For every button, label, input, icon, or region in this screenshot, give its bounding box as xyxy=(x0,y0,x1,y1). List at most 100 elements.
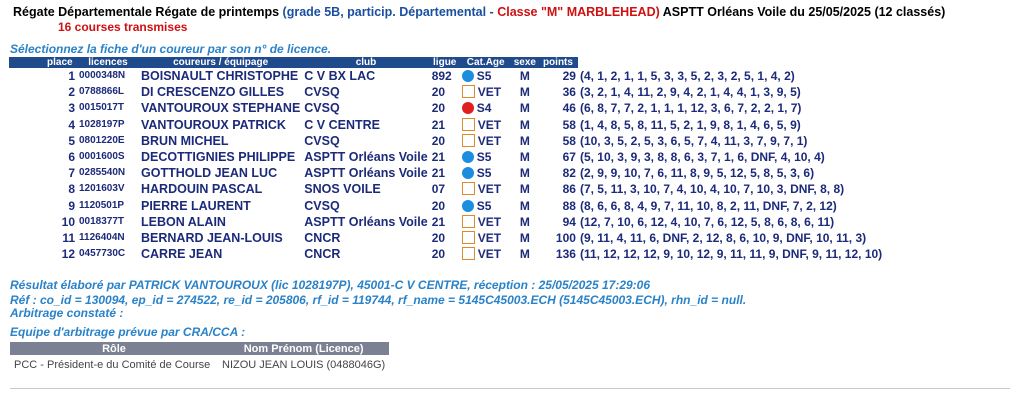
club-name: CVSQ xyxy=(304,85,340,100)
col-role: Rôle xyxy=(10,342,218,355)
table-row: 11 1126404N BERNARD JEAN-LOUIS CNCR 20 VET M 10… xyxy=(9,230,884,246)
competitor-name: BERNARD JEAN-LOUIS xyxy=(141,230,283,245)
licence-link[interactable]: 0015017T xyxy=(77,100,139,116)
cat-age-label: VET xyxy=(477,182,502,197)
points-cell: 94 xyxy=(562,214,576,229)
cat-age-label: VET xyxy=(477,133,502,148)
licence-link[interactable]: 0801220E xyxy=(77,133,139,149)
club-name: C V CENTRE xyxy=(304,117,380,132)
club-name: CVSQ xyxy=(304,198,340,213)
title-grade: (grade 5B, particip. Départemental - xyxy=(282,5,498,19)
result-author: Résultat élaboré par PATRICK VANTOUROUX … xyxy=(10,278,651,292)
arbitrage-table: Rôle Nom Prénom (Licence) PCC - Présiden… xyxy=(10,342,390,371)
cat-age-cell: VET xyxy=(460,181,512,197)
points-cell: 58 xyxy=(562,117,576,132)
ligue-cell: 07 xyxy=(431,182,446,197)
cat-age-cell: VET xyxy=(460,230,512,246)
competitor-name: VANTOUROUX STEPHANE xyxy=(141,101,301,116)
place-cell: 1 xyxy=(68,69,75,84)
arbitrage-role: PCC - Président-e du Comité de Course xyxy=(14,359,211,371)
col-sexe: sexe xyxy=(511,57,538,68)
competitor-name: LEBON ALAIN xyxy=(141,214,226,229)
competitor-name: CARRE JEAN xyxy=(141,247,223,262)
table-row: 4 1028197P VANTOUROUX PATRICK C V CENTRE 21 V… xyxy=(9,117,884,133)
cat-age-cell: VET xyxy=(460,117,512,133)
race-results: (4, 1, 2, 1, 1, 5, 3, 3, 5, 2, 3, 2, 5, … xyxy=(579,69,795,84)
club-name: ASPTT Orléans Voile xyxy=(304,214,428,229)
points-cell: 58 xyxy=(562,133,576,148)
sexe-cell: M xyxy=(519,69,530,84)
page-title: Régate Départementale Régate de printemp… xyxy=(13,5,945,19)
cat-dot-icon xyxy=(461,151,474,164)
cat-age-label: S4 xyxy=(476,101,492,116)
club-name: CNCR xyxy=(304,247,341,262)
arbitrage-row: PCC - Président-e du Comité de Course NI… xyxy=(10,355,389,371)
club-name: CVSQ xyxy=(304,133,340,148)
place-cell: 4 xyxy=(68,117,75,132)
col-coureurs: coureurs / équipage xyxy=(139,57,303,68)
place-cell: 5 xyxy=(68,133,75,148)
ligue-cell: 20 xyxy=(431,247,446,262)
licence-link[interactable]: 0001600S xyxy=(77,149,139,165)
cat-age-label: S5 xyxy=(476,150,492,165)
table-row: 3 0015017T VANTOUROUX STEPHANE CVSQ 20 S4 M 46(… xyxy=(9,100,884,116)
ligue-cell: 20 xyxy=(431,230,446,245)
sexe-cell: M xyxy=(519,166,530,181)
place-cell: 10 xyxy=(61,214,75,229)
sexe-cell: M xyxy=(519,230,530,245)
place-cell: 6 xyxy=(68,150,75,165)
sexe-cell: M xyxy=(519,150,530,165)
cat-age-label: VET xyxy=(477,214,502,229)
race-results: (11, 12, 12, 12, 9, 10, 12, 9, 11, 11, 9… xyxy=(579,247,883,262)
licence-link[interactable]: 1028197P xyxy=(77,117,139,133)
competitor-name: DECOTTIGNIES PHILIPPE xyxy=(141,150,296,165)
cat-age-label: VET xyxy=(477,117,502,132)
club-name: ASPTT Orléans Voile xyxy=(304,150,428,165)
licence-link[interactable]: 0788866L xyxy=(77,84,139,100)
cat-age-label: S5 xyxy=(476,69,492,84)
col-licences: licences xyxy=(77,57,139,68)
licence-link[interactable]: 1201603V xyxy=(77,181,139,197)
licence-link[interactable]: 0018377T xyxy=(77,214,139,230)
sexe-cell: M xyxy=(519,117,530,132)
title-organizer: ASPTT Orléans Voile du 25/05/2025 (12 cl… xyxy=(659,5,946,19)
licence-link[interactable]: 1120501P xyxy=(77,198,139,214)
licence-link[interactable]: 0457730C xyxy=(77,246,139,262)
club-name: CVSQ xyxy=(304,101,340,116)
cat-box-icon xyxy=(461,117,475,131)
place-cell: 2 xyxy=(68,85,75,100)
race-results: (10, 3, 5, 2, 5, 3, 6, 5, 7, 4, 11, 3, 7… xyxy=(579,133,808,148)
licence-link[interactable]: 1126404N xyxy=(77,230,139,246)
table-row: 7 0285540N GOTTHOLD JEAN LUC ASPTT Orléans … xyxy=(9,165,884,181)
bottom-divider xyxy=(10,388,1010,389)
cat-dot-icon xyxy=(461,167,474,180)
licence-link[interactable]: 0285540N xyxy=(77,165,139,181)
cat-age-cell: S5 xyxy=(460,68,512,84)
cat-age-cell: VET xyxy=(460,133,512,149)
ligue-cell: 21 xyxy=(431,166,446,181)
cat-age-cell: VET xyxy=(460,246,512,262)
place-cell: 12 xyxy=(61,247,75,262)
results-table: place licences coureurs / équipage club … xyxy=(9,57,885,262)
competitor-name: BRUN MICHEL xyxy=(141,133,229,148)
col-ligue: ligue xyxy=(429,57,460,68)
title-event: Régate Départementale Régate de printemp… xyxy=(13,5,280,19)
arbitrage-team-title: Equipe d'arbitrage prévue par CRA/CCA : xyxy=(10,325,246,339)
cat-box-icon xyxy=(461,182,475,196)
race-results: (5, 10, 3, 9, 3, 8, 8, 6, 3, 7, 1, 6, DN… xyxy=(579,150,825,165)
cat-dot-icon xyxy=(461,199,474,212)
ligue-cell: 20 xyxy=(431,198,446,213)
place-cell: 3 xyxy=(68,101,75,116)
cat-age-cell: VET xyxy=(460,84,512,100)
points-cell: 100 xyxy=(555,230,576,245)
table-row: 12 0457730C CARRE JEAN CNCR 20 VET M 136 (11, 12… xyxy=(9,246,884,262)
cat-dot-icon xyxy=(461,70,474,83)
points-cell: 82 xyxy=(562,166,576,181)
table-row: 1 0000348N BOISNAULT CHRISTOPHE C V BX LAC 8… xyxy=(9,68,884,84)
ligue-cell: 20 xyxy=(431,85,446,100)
cat-box-icon xyxy=(461,214,475,228)
cat-age-label: VET xyxy=(477,85,502,100)
cat-age-cell: S4 xyxy=(460,100,512,116)
col-points: points xyxy=(537,57,578,68)
licence-link[interactable]: 0000348N xyxy=(77,68,139,84)
